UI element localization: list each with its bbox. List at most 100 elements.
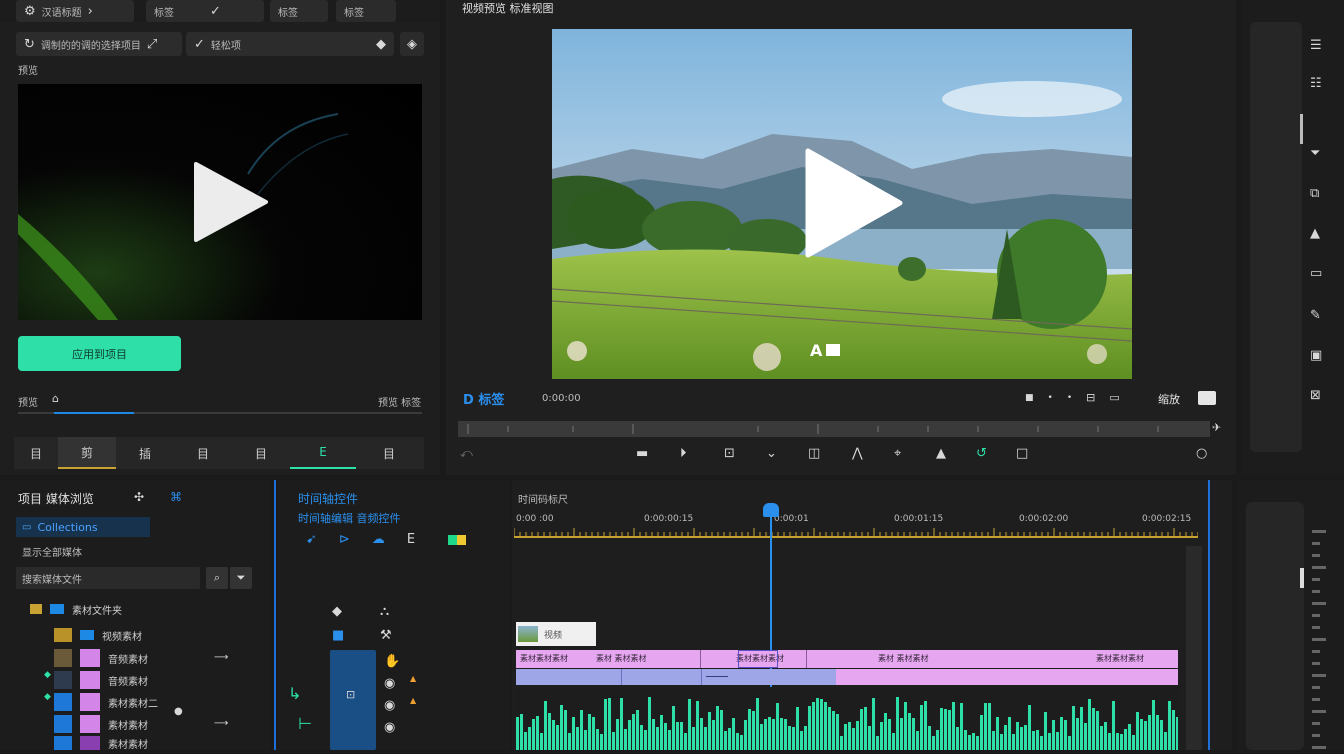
- zoom-toggle[interactable]: [1198, 391, 1216, 405]
- list-icon[interactable]: ☷: [1310, 76, 1322, 91]
- eye-icon[interactable]: ◉: [384, 720, 395, 735]
- tab-3[interactable]: 标签: [270, 0, 328, 22]
- waveform-bar: [984, 703, 987, 750]
- right-bottom-scroll-handle[interactable]: [1300, 568, 1304, 588]
- list-item[interactable]: 素材文件夹: [30, 600, 122, 618]
- comment-icon[interactable]: ▭: [1310, 266, 1322, 281]
- trim-icon[interactable]: ⊢: [298, 714, 312, 733]
- list-item[interactable]: 音频素材: [54, 648, 148, 668]
- green-marker-icon: ◆: [44, 670, 51, 680]
- bottom-tab-4[interactable]: 目: [174, 437, 232, 469]
- waveform-bar: [964, 730, 967, 750]
- keyframe-button[interactable]: ◈: [400, 32, 424, 56]
- edit-icon[interactable]: ⚒: [380, 628, 392, 643]
- waveform-bar: [1096, 711, 1099, 750]
- timeline-vscroll[interactable]: [1186, 546, 1202, 750]
- pink-clip-track-2[interactable]: [836, 669, 1178, 685]
- viewer-scrubber[interactable]: [458, 421, 1210, 437]
- video-frame[interactable]: A: [552, 29, 1132, 379]
- media-search-input[interactable]: 搜索媒体文件: [16, 567, 200, 589]
- pink-clip-track[interactable]: 素材素材素材 素材 素材素材 素材素材素材 素材 素材素材 素材素材素材: [516, 650, 1178, 668]
- eye-icon[interactable]: ◉: [384, 698, 395, 713]
- search-button[interactable]: ⌕: [206, 567, 228, 589]
- thumbnail: [54, 693, 72, 711]
- filter-icon[interactable]: ⏷: [1310, 146, 1320, 161]
- list-item[interactable]: 音频素材: [54, 670, 148, 690]
- timeline-ruler[interactable]: 0:00 :00 0:00:00:15 0:00:01 0:00:01:15 0…: [514, 512, 1198, 538]
- waveform-bar: [720, 710, 723, 750]
- bottom-tab-6[interactable]: E: [290, 437, 356, 469]
- zoom-label[interactable]: 缩放: [1158, 391, 1180, 407]
- color-swatch[interactable]: [448, 535, 466, 545]
- prev-icon[interactable]: ▬: [636, 446, 648, 461]
- play-forward-icon[interactable]: ⏵: [680, 446, 687, 461]
- marker-icon[interactable]: ⌄: [766, 446, 777, 461]
- layers-icon[interactable]: ⧉: [1310, 186, 1319, 201]
- cloud-icon[interactable]: ☁: [372, 532, 385, 547]
- lavender-clip-track[interactable]: [516, 669, 836, 685]
- thumbnail: [54, 736, 72, 750]
- filter-button[interactable]: ⏷: [230, 567, 252, 589]
- lock-icon[interactable]: ■: [332, 628, 344, 643]
- pin-icon[interactable]: ✈: [1212, 421, 1221, 434]
- bottom-tab-2[interactable]: 剪: [58, 437, 116, 469]
- bottom-tab-1[interactable]: 目: [14, 437, 58, 469]
- arrow-icon[interactable]: ↳: [288, 684, 301, 703]
- search-icon[interactable]: ○: [1196, 446, 1207, 461]
- list-icon[interactable]: ☰: [1310, 38, 1322, 53]
- pen-icon[interactable]: ✎: [1310, 308, 1321, 323]
- list-item[interactable]: 素材素材: [54, 736, 148, 751]
- effect-field[interactable]: ↻ 调制的的调的选择项目 ⤢: [16, 32, 182, 56]
- ripple-icon[interactable]: ⋀: [852, 446, 863, 461]
- waveform-bar: [760, 724, 763, 750]
- bottom-tab-7[interactable]: 目: [356, 437, 422, 469]
- screen-icon[interactable]: ▭: [1109, 391, 1119, 404]
- list-item[interactable]: 素材素材: [54, 714, 148, 734]
- pin-icon[interactable]: ■: [1025, 391, 1034, 404]
- pointer-icon[interactable]: ➹: [306, 532, 317, 547]
- playhead-handle[interactable]: [763, 503, 779, 517]
- link-icon[interactable]: ⌘: [170, 490, 182, 504]
- cut-icon[interactable]: ◫: [808, 446, 820, 461]
- viewer-mode[interactable]: D 标签: [463, 389, 504, 408]
- list-item[interactable]: 视频素材: [54, 626, 142, 644]
- fx-icon[interactable]: ⌖: [894, 446, 901, 461]
- right-scroll-handle[interactable]: [1300, 114, 1303, 144]
- monitor-icon[interactable]: ▣: [1310, 348, 1322, 363]
- waveform-bar: [844, 724, 847, 750]
- list-item[interactable]: 素材素材二: [54, 692, 158, 712]
- hand-icon[interactable]: ✋: [384, 654, 400, 669]
- dot-icon[interactable]: •: [1048, 391, 1053, 404]
- effect-dropdown[interactable]: ✓ 轻松项 ◆: [186, 32, 394, 56]
- audio-waveform[interactable]: [516, 687, 1178, 750]
- export-icon[interactable]: ⊠: [1310, 388, 1321, 403]
- group-icon[interactable]: ⛬: [380, 604, 389, 619]
- selected-clip[interactable]: [738, 650, 778, 668]
- home-icon[interactable]: ⌂: [52, 392, 59, 405]
- marker-icon[interactable]: ◆: [332, 604, 342, 619]
- razor-icon[interactable]: ⊳: [339, 532, 350, 547]
- settings-icon[interactable]: ✣: [134, 490, 144, 504]
- grid-icon[interactable]: ⊟: [1086, 391, 1095, 404]
- back-icon[interactable]: ⤺: [460, 446, 473, 461]
- scrub-track[interactable]: [18, 412, 422, 414]
- tab-2[interactable]: 标签 ✓: [146, 0, 264, 22]
- video-clip[interactable]: 视频: [516, 622, 596, 646]
- undo-icon[interactable]: ↺: [976, 446, 987, 461]
- eye-icon[interactable]: ◉: [384, 676, 395, 691]
- box-icon[interactable]: □: [1016, 446, 1028, 461]
- waveform-bar: [752, 711, 755, 750]
- panel-divider[interactable]: [274, 480, 276, 750]
- stop-icon[interactable]: ⊡: [724, 446, 735, 461]
- tab-title[interactable]: ⚙ 汉语标题 ›: [16, 0, 134, 22]
- color-icon[interactable]: ▲: [936, 446, 946, 461]
- collection-item-selected[interactable]: ▭ Collections: [16, 517, 150, 537]
- dot-icon[interactable]: •: [1067, 391, 1072, 404]
- effect-preview[interactable]: [18, 84, 422, 320]
- apply-button[interactable]: 应用到项目: [18, 336, 181, 371]
- bottom-tab-3[interactable]: 插: [116, 437, 174, 469]
- text-icon[interactable]: E: [407, 532, 415, 547]
- bottom-tab-5[interactable]: 目: [232, 437, 290, 469]
- tab-4[interactable]: 标签: [336, 0, 396, 22]
- warning-icon[interactable]: ▲: [1310, 226, 1320, 241]
